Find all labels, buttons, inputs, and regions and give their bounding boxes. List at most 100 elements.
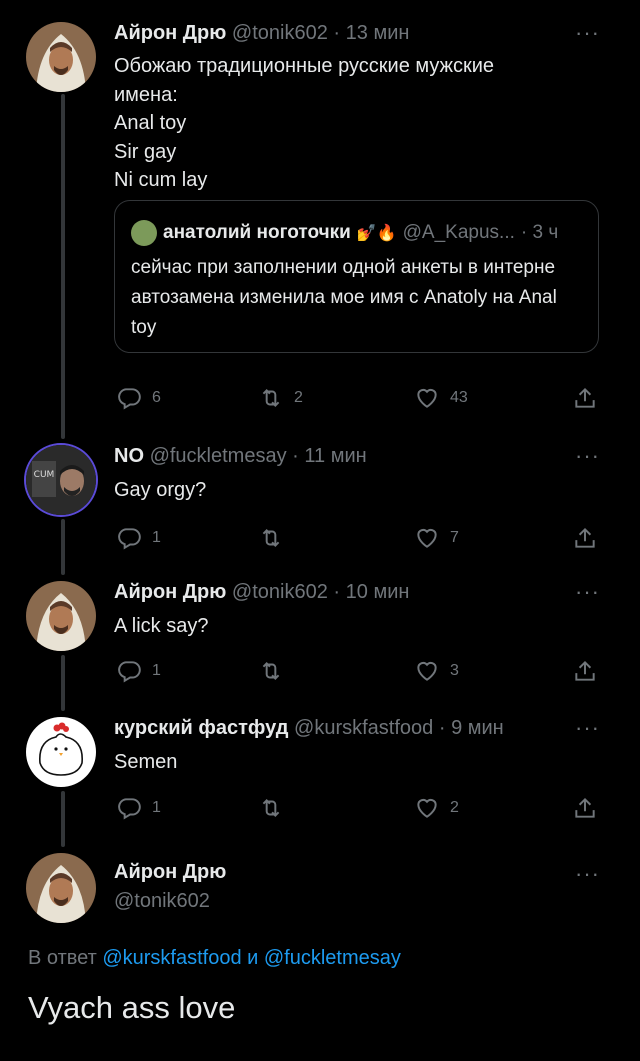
mention-link[interactable]: @kurskfastfood [102, 947, 241, 969]
separator-dot: · [333, 22, 341, 44]
timestamp[interactable]: 10 мин [346, 581, 410, 603]
tweet-text: Semen [114, 751, 178, 773]
separator-dot: · [292, 445, 299, 467]
action-bar: 1 7 [114, 525, 604, 551]
like-button[interactable]: 3 [414, 658, 459, 684]
author-handle[interactable]: @kurskfastfood [294, 717, 433, 739]
author-name[interactable]: Айрон Дрю [114, 861, 226, 884]
retweet-count: 2 [294, 389, 303, 406]
reply-icon [118, 798, 141, 820]
author-handle[interactable]: @tonik602 [114, 890, 226, 913]
like-icon [417, 798, 437, 818]
action-bar: 1 2 [114, 795, 604, 821]
timestamp[interactable]: 13 мин [346, 22, 410, 44]
reply-button[interactable]: 1 [116, 795, 161, 821]
avatar[interactable] [26, 581, 96, 651]
reply-count: 1 [152, 529, 161, 546]
retweet-icon [262, 799, 280, 817]
author-name[interactable]: Айрон Дрю [114, 22, 226, 44]
tweet-header: курский фастфуд @kurskfastfood · 9 мин [114, 717, 504, 740]
share-button[interactable] [572, 385, 598, 411]
share-icon [575, 387, 595, 408]
share-icon [575, 797, 595, 818]
reply-count: 1 [152, 662, 161, 679]
like-button[interactable]: 7 [414, 525, 459, 551]
reply-button[interactable]: 1 [116, 658, 161, 684]
author-name[interactable]: курский фастфуд [114, 717, 288, 739]
more-icon[interactable]: ··· [575, 445, 600, 467]
reply-icon [118, 388, 141, 410]
reply-button[interactable]: 6 [116, 385, 161, 411]
quote-author-name: анатолий ноготочки [163, 222, 351, 243]
reply-button[interactable]: 1 [116, 525, 161, 551]
separator-dot: · [438, 717, 446, 739]
avatar[interactable] [26, 853, 96, 923]
retweet-button[interactable]: 2 [258, 385, 303, 411]
quote-header: анатолий ноготочки 💅🔥 @A_Kapus... · 3 ч [131, 220, 558, 246]
avatar[interactable]: CUM [26, 445, 96, 515]
tweet[interactable]: Айрон Дрю @tonik602 · 10 мин ··· A lick … [0, 581, 640, 696]
retweet-button[interactable] [258, 525, 284, 551]
tweet[interactable]: Айрон Дрю @tonik602 · 13 мин ··· Обожаю … [0, 22, 640, 422]
author-name[interactable]: NO [114, 445, 144, 467]
reply-context: В ответ @kurskfastfood и @fuckletmesay [28, 947, 401, 970]
svg-text:CUM: CUM [34, 470, 55, 480]
quote-emoji: 💅🔥 [356, 225, 397, 242]
author-name[interactable]: Айрон Дрю [114, 581, 226, 603]
tweet-header: Айрон Дрю @tonik602 · 10 мин [114, 581, 409, 604]
reply-icon [118, 661, 141, 683]
retweet-button[interactable] [258, 658, 284, 684]
mention-link[interactable]: @fuckletmesay [264, 947, 401, 969]
tweet-header: NO @fuckletmesay · 11 мин [114, 445, 367, 468]
like-button[interactable]: 43 [414, 385, 468, 411]
share-icon [575, 527, 595, 548]
more-icon[interactable]: ··· [575, 863, 600, 885]
timestamp[interactable]: 11 мин [304, 445, 366, 467]
like-icon [417, 388, 437, 408]
action-bar: 1 3 [114, 658, 604, 684]
like-count: 43 [450, 389, 468, 406]
separator-dot: · [333, 581, 341, 603]
tweet-text: Обожаю традиционные русские мужские имен… [114, 55, 495, 191]
tweet-text: Gay orgy? [114, 479, 207, 501]
tweet[interactable]: курский фастфуд @kurskfastfood · 9 мин ·… [0, 717, 640, 832]
mention-conjunction: и [247, 947, 259, 969]
quote-avatar [131, 220, 157, 246]
like-count: 7 [450, 529, 459, 546]
more-icon[interactable]: ··· [575, 717, 600, 739]
like-count: 3 [450, 662, 459, 679]
more-icon[interactable]: ··· [575, 581, 600, 603]
like-icon [417, 661, 437, 681]
avatar[interactable] [26, 717, 96, 787]
timestamp[interactable]: 9 мин [451, 717, 504, 739]
reply-count: 6 [152, 389, 161, 406]
quote-author-handle: @A_Kapus... [402, 222, 515, 243]
tweet-header: Айрон Дрю @tonik602 · 13 мин [114, 22, 409, 45]
author-handle[interactable]: @tonik602 [232, 581, 328, 603]
retweet-icon [262, 662, 280, 680]
action-bar: 6 2 43 [114, 385, 604, 411]
retweet-button[interactable] [258, 795, 284, 821]
quoted-tweet[interactable]: анатолий ноготочки 💅🔥 @A_Kapus... · 3 ч с… [114, 200, 599, 353]
avatar[interactable] [26, 22, 96, 92]
share-button[interactable] [572, 658, 598, 684]
retweet-icon [262, 529, 280, 547]
share-button[interactable] [572, 795, 598, 821]
more-icon[interactable]: ··· [575, 22, 600, 44]
reply-icon [118, 528, 141, 550]
author-handle[interactable]: @tonik602 [232, 22, 328, 44]
main-tweet-text: Vyach ass love [28, 990, 236, 1025]
main-author[interactable]: Айрон Дрю @tonik602 [114, 861, 226, 913]
author-handle[interactable]: @fuckletmesay [150, 445, 287, 467]
share-icon [575, 660, 595, 681]
share-button[interactable] [572, 525, 598, 551]
like-icon [417, 528, 437, 548]
reply-count: 1 [152, 799, 161, 816]
like-button[interactable]: 2 [414, 795, 459, 821]
retweet-icon [262, 389, 280, 407]
tweet[interactable]: CUM NO @fuckletmesay · 11 мин ··· Gay or… [0, 445, 640, 560]
tweet-text: A lick say? [114, 615, 209, 637]
like-count: 2 [450, 799, 459, 816]
reply-prefix: В ответ [28, 947, 97, 969]
quote-timestamp: · 3 ч [520, 222, 559, 243]
